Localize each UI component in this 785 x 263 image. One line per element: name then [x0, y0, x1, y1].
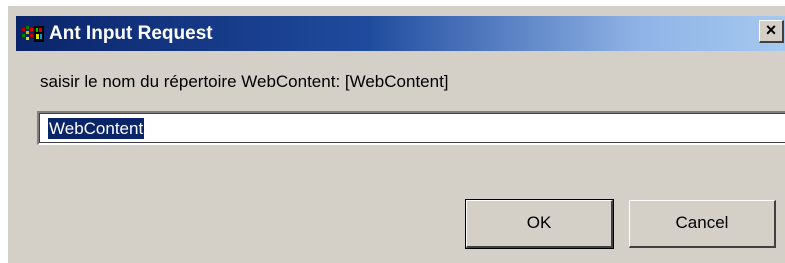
ok-button[interactable]: OK — [465, 199, 614, 249]
close-icon: × — [765, 20, 777, 40]
directory-name-input[interactable]: WebContent — [37, 111, 785, 145]
close-button[interactable]: × — [759, 20, 784, 43]
cancel-button[interactable]: Cancel — [629, 200, 776, 248]
input-value: WebContent — [48, 118, 145, 139]
prompt-label: saisir le nom du répertoire WebContent: … — [40, 72, 449, 91]
ant-input-dialog: Ant Input Request × saisir le nom du rép… — [0, 0, 785, 263]
title-bar[interactable]: Ant Input Request — [16, 16, 785, 51]
ant-app-icon — [22, 26, 44, 42]
window-title: Ant Input Request — [49, 23, 213, 44]
